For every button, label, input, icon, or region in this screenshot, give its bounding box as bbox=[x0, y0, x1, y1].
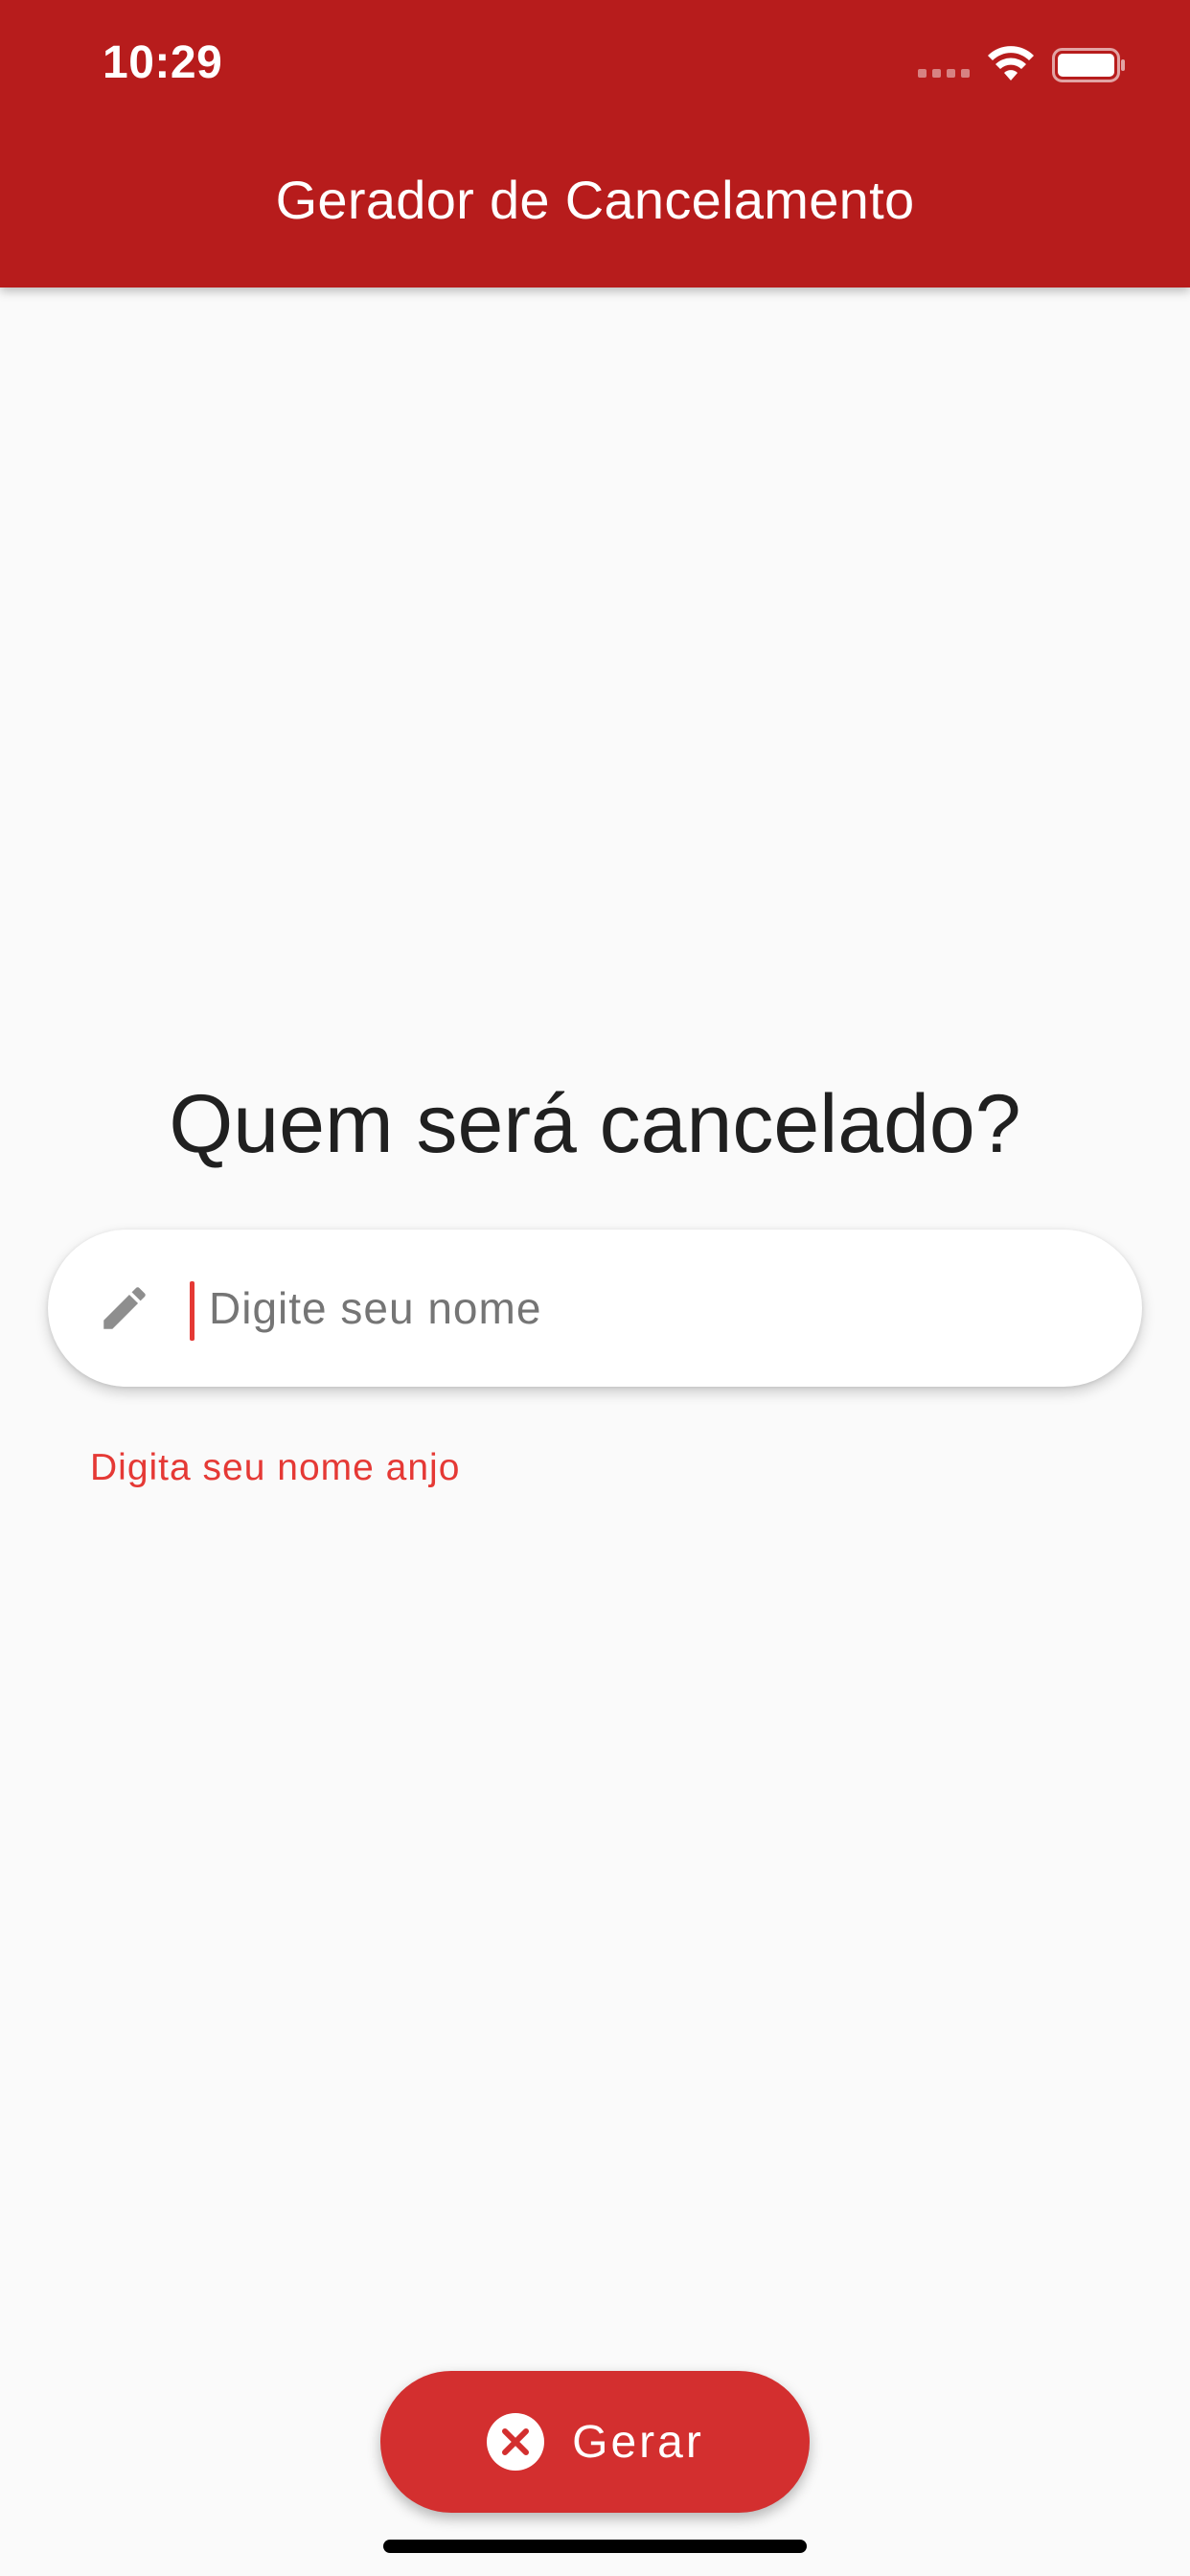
home-indicator bbox=[383, 2540, 807, 2553]
signal-icon bbox=[918, 69, 970, 78]
close-circle-icon bbox=[487, 2413, 545, 2471]
app-bar: 10:29 Gerador de Cancelamento bbox=[0, 0, 1190, 288]
pencil-icon bbox=[103, 1287, 146, 1329]
app-screen: 10:29 Gerador de Cancelamento Quem será … bbox=[0, 0, 1190, 2576]
app-title: Gerador de Cancelamento bbox=[275, 170, 915, 230]
wifi-icon bbox=[988, 46, 1034, 80]
page-headline: Quem será cancelado? bbox=[169, 1078, 1021, 1170]
name-field[interactable] bbox=[48, 1230, 1142, 1387]
text-caret bbox=[190, 1281, 195, 1341]
generate-button-label: Gerar bbox=[572, 2416, 704, 2468]
name-input[interactable] bbox=[201, 1270, 1064, 1346]
status-time: 10:29 bbox=[103, 37, 223, 88]
validation-error: Digita seu nome anjo bbox=[90, 1447, 461, 1488]
pencil-icon-container bbox=[48, 1230, 201, 1387]
battery-icon bbox=[1052, 48, 1125, 82]
generate-button[interactable]: Gerar bbox=[380, 2371, 810, 2513]
